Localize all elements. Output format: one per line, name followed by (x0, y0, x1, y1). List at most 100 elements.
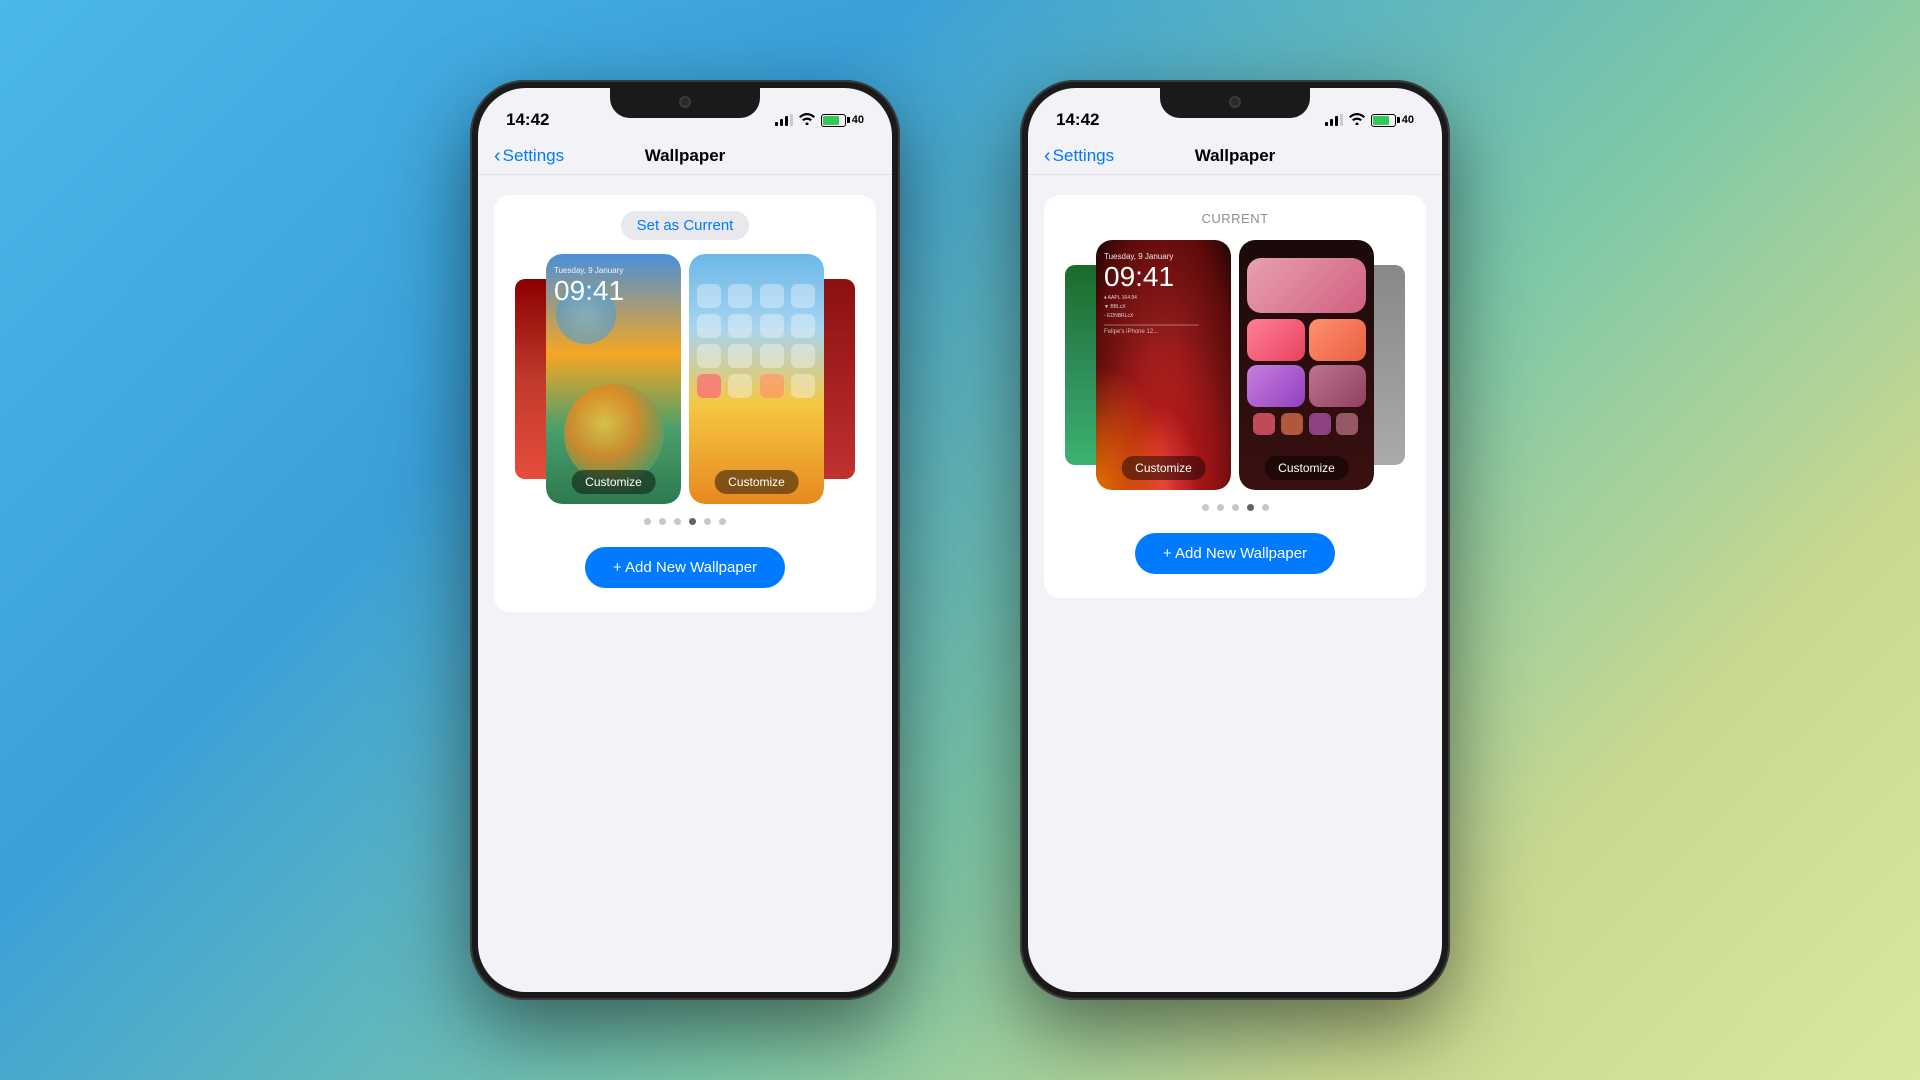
dot-1-right (1202, 504, 1209, 511)
camera-right (1229, 96, 1241, 108)
customize-lock-right[interactable]: Customize (1121, 456, 1206, 480)
app-icon-5 (697, 314, 721, 338)
battery-text-left: 40 (852, 114, 864, 126)
widget-line-1: ♦ AAPL 164.94 (1104, 295, 1137, 302)
dot-2-left (659, 518, 666, 525)
lock-preview-left: Tuesday, 9 January 09:41 (546, 254, 681, 504)
app-icon-9 (697, 344, 721, 368)
home-preview-left (689, 254, 824, 504)
add-wallpaper-btn-left[interactable]: + Add New Wallpaper (585, 547, 785, 588)
current-label: CURRENT (1201, 211, 1268, 226)
wifi-icon-left (799, 113, 815, 128)
mini-icon-4 (1336, 413, 1358, 435)
nav-title-left: Wallpaper (645, 146, 726, 166)
mini-icon-2 (1281, 413, 1303, 435)
nav-bar-right: ‹ Settings Wallpaper (1028, 138, 1442, 175)
home-icon-purple (1247, 365, 1305, 407)
home-preview-right (1239, 240, 1374, 490)
battery-text-right: 40 (1402, 114, 1414, 126)
wallpaper-previews-right: Tuesday, 9 January 09:41 ♦ AAPL 164.94 ▼… (1060, 240, 1410, 490)
page-dots-right (1202, 504, 1269, 511)
app-icon-1 (697, 284, 721, 308)
status-time-right: 14:42 (1056, 110, 1099, 130)
home-grid-right (1247, 319, 1366, 407)
add-wallpaper-btn-right[interactable]: + Add New Wallpaper (1135, 533, 1335, 574)
back-button-left[interactable]: ‹ Settings (494, 146, 564, 166)
app-icon-7 (760, 314, 784, 338)
dot-5-right (1262, 504, 1269, 511)
app-icon-15 (760, 374, 784, 398)
content-right: CURRENT (1028, 175, 1442, 618)
status-icons-left: 40 (775, 113, 864, 128)
back-chevron-left: ‹ (494, 146, 501, 166)
wallpaper-card-right: CURRENT (1044, 195, 1426, 598)
lock-preview-right: Tuesday, 9 January 09:41 ♦ AAPL 164.94 ▼… (1096, 240, 1231, 490)
dot-3-right (1232, 504, 1239, 511)
mini-icon-3 (1309, 413, 1331, 435)
set-current-badge[interactable]: Set as Current (621, 211, 750, 240)
back-chevron-right: ‹ (1044, 146, 1051, 166)
lock-preview-wrapper-left[interactable]: Tuesday, 9 January 09:41 Customize (546, 254, 681, 504)
home-icon-pink (1247, 319, 1305, 361)
blob-1 (564, 384, 664, 484)
signal-icon-right (1325, 114, 1343, 126)
wallpaper-previews-left: Tuesday, 9 January 09:41 Customize (510, 254, 860, 504)
app-icon-8 (791, 314, 815, 338)
large-widget-right (1247, 258, 1366, 313)
wifi-icon-right (1349, 113, 1365, 128)
lock-screen-content-left: Tuesday, 9 January 09:41 (546, 254, 681, 321)
notch-left (610, 88, 760, 118)
app-grid-left (697, 284, 816, 398)
app-icon-14 (728, 374, 752, 398)
app-icon-2 (728, 284, 752, 308)
back-button-right[interactable]: ‹ Settings (1044, 146, 1114, 166)
lock-preview-wrapper-right[interactable]: Tuesday, 9 January 09:41 ♦ AAPL 164.94 ▼… (1096, 240, 1231, 490)
home-row-icons-right (1247, 413, 1366, 435)
phone-name: Felipe's iPhone 12... (1104, 329, 1223, 335)
lock-time-right: 09:41 (1104, 263, 1223, 291)
dot-3-left (674, 518, 681, 525)
nav-bar-left: ‹ Settings Wallpaper (478, 138, 892, 175)
mini-icon-1 (1253, 413, 1275, 435)
wallpaper-card-left: Set as Current (494, 195, 876, 612)
dot-6-left (719, 518, 726, 525)
signal-icon-left (775, 114, 793, 126)
widget-line-3: ◦ EDNBRLcX (1104, 313, 1133, 320)
content-left: Set as Current (478, 175, 892, 632)
home-content-right (1239, 250, 1374, 490)
app-icon-3 (760, 284, 784, 308)
dot-2-right (1217, 504, 1224, 511)
home-screen-content-left (689, 254, 824, 504)
progress-bar (1104, 324, 1199, 326)
home-icon-mauve (1309, 365, 1367, 407)
page-dots-left (644, 518, 726, 525)
status-time-left: 14:42 (506, 110, 549, 130)
phone-left: 14:42 40 ‹ Settings (470, 80, 900, 1000)
phone-right: 14:42 40 ‹ Settings (1020, 80, 1450, 1000)
widget-line-2: ▼ BBLcX (1104, 304, 1126, 311)
back-label-left: Settings (503, 146, 564, 166)
lock-widgets-row-2: ▼ BBLcX (1104, 304, 1223, 311)
app-icon-13 (697, 374, 721, 398)
customize-home-left[interactable]: Customize (714, 470, 799, 494)
dot-4-left (689, 518, 696, 525)
home-preview-wrapper-right[interactable]: Customize (1239, 240, 1374, 490)
status-icons-right: 40 (1325, 113, 1414, 128)
app-icon-4 (791, 284, 815, 308)
app-icon-12 (791, 344, 815, 368)
app-icon-6 (728, 314, 752, 338)
lock-screen-content-right: Tuesday, 9 January 09:41 ♦ AAPL 164.94 ▼… (1096, 240, 1231, 347)
app-icon-11 (760, 344, 784, 368)
customize-home-right[interactable]: Customize (1264, 456, 1349, 480)
lock-date-left: Tuesday, 9 January (554, 266, 673, 275)
lock-widgets-row-3: ◦ EDNBRLcX (1104, 313, 1223, 320)
battery-icon-left (821, 114, 846, 127)
nav-title-right: Wallpaper (1195, 146, 1276, 166)
app-icon-10 (728, 344, 752, 368)
back-label-right: Settings (1053, 146, 1114, 166)
lock-time-left: 09:41 (554, 277, 673, 305)
home-preview-wrapper-left[interactable]: Customize (689, 254, 824, 504)
home-icon-coral (1309, 319, 1367, 361)
dot-4-right (1247, 504, 1254, 511)
customize-lock-left[interactable]: Customize (571, 470, 656, 494)
